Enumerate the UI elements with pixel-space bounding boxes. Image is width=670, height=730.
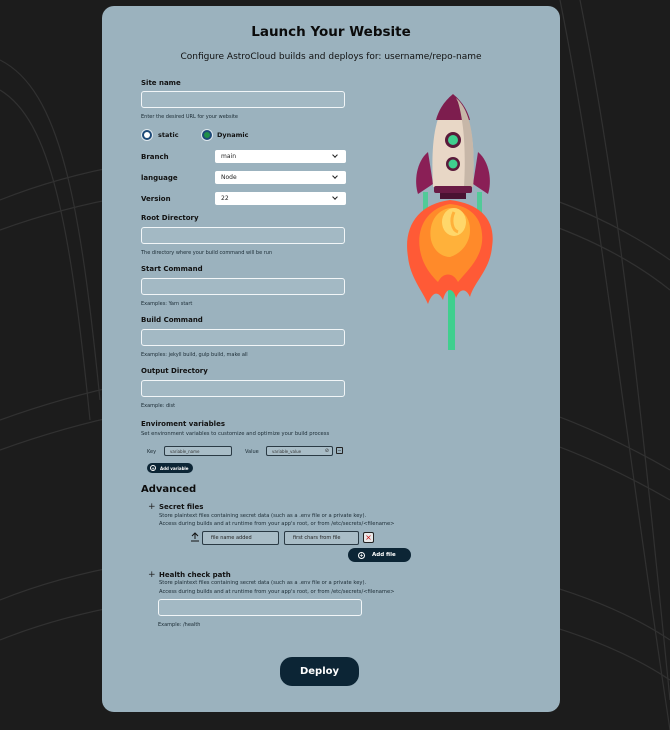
remove-variable-button[interactable]: −	[336, 447, 343, 454]
secret-file-preview[interactable]: first chars from file	[284, 531, 359, 545]
plus-circle-icon: +	[358, 551, 365, 559]
env-key-label: Key	[147, 449, 157, 455]
root-directory-input[interactable]	[141, 227, 345, 244]
static-radio-label: static	[158, 131, 179, 139]
right-fin	[473, 152, 490, 194]
root-directory-hint: The directory where your build command w…	[141, 250, 273, 256]
deploy-button[interactable]: Deploy	[280, 657, 359, 686]
add-variable-label: Add variable	[160, 465, 189, 471]
health-check-input[interactable]	[158, 599, 362, 616]
output-directory-label: Output Directory	[141, 367, 208, 375]
secret-files-desc-2: Access during builds and at runtime from…	[159, 521, 395, 527]
env-vars-description: Set environment variables to customize a…	[141, 431, 330, 437]
language-select[interactable]: Node	[215, 171, 346, 184]
output-directory-input[interactable]	[141, 380, 345, 397]
root-directory-label: Root Directory	[141, 214, 199, 222]
add-file-label: Add file	[372, 552, 396, 558]
page-subtitle: Configure AstroCloud builds and deploys …	[180, 52, 482, 62]
env-value-text: variable_value	[272, 449, 302, 454]
build-command-hint: Examples: jekyll build, gulp build, make…	[141, 352, 248, 358]
start-command-label: Start Command	[141, 265, 203, 273]
version-label: Version	[141, 195, 171, 203]
secret-file-name[interactable]: file name added	[202, 531, 279, 545]
start-command-hint: Examples: Yarn start	[141, 301, 193, 307]
launch-card: Launch Your Website Configure AstroCloud…	[102, 6, 560, 712]
env-value-label: Value	[245, 449, 259, 455]
secret-files-desc-1: Store plaintext files containing secret …	[159, 513, 367, 519]
health-check-desc-2: Access during builds and at runtime from…	[159, 589, 395, 595]
site-name-hint: Enter the desired URL for your website	[141, 114, 239, 120]
branch-label: Branch	[141, 153, 169, 161]
env-value-input[interactable]: variable_value ⊘	[266, 446, 333, 456]
expand-health-check-icon[interactable]: +	[148, 570, 156, 580]
add-file-button[interactable]: + Add file	[348, 548, 411, 562]
plus-circle-icon: +	[150, 465, 156, 471]
remove-file-button[interactable]: ×	[363, 532, 374, 543]
upload-icon[interactable]	[190, 532, 200, 542]
health-check-desc-1: Store plaintext files containing secret …	[159, 580, 367, 586]
health-check-hint: Example: /health	[158, 622, 201, 628]
expand-secret-files-icon[interactable]: +	[148, 502, 156, 512]
page-title: Launch Your Website	[251, 24, 411, 40]
env-key-input[interactable]: variable_name	[164, 446, 232, 456]
chevron-down-icon	[332, 152, 338, 158]
eye-off-icon[interactable]: ⊘	[325, 448, 329, 454]
branch-select[interactable]: main	[215, 150, 346, 163]
start-command-input[interactable]	[141, 278, 345, 295]
chevron-down-icon	[332, 194, 338, 200]
rocket-illustration	[407, 94, 493, 350]
dynamic-radio-label: Dynamic	[217, 131, 249, 139]
build-command-input[interactable]	[141, 329, 345, 346]
site-name-label: Site name	[141, 79, 181, 87]
branch-value: main	[221, 153, 236, 160]
add-variable-button[interactable]: + Add variable	[147, 463, 193, 473]
language-label: language	[141, 174, 178, 182]
version-value: 22	[221, 195, 229, 202]
site-name-input[interactable]	[141, 91, 345, 108]
version-select[interactable]: 22	[215, 192, 346, 205]
output-directory-hint: Example: dist	[141, 403, 176, 409]
left-fin	[416, 152, 433, 194]
language-value: Node	[221, 174, 237, 181]
chevron-down-icon	[332, 173, 338, 179]
dynamic-radio[interactable]	[201, 129, 213, 141]
env-vars-title: Enviroment variables	[141, 420, 225, 428]
health-check-title: Health check path	[159, 571, 231, 579]
secret-files-title: Secret files	[159, 503, 204, 511]
advanced-heading: Advanced	[141, 484, 197, 495]
build-command-label: Build Command	[141, 316, 203, 324]
static-radio[interactable]	[141, 129, 153, 141]
